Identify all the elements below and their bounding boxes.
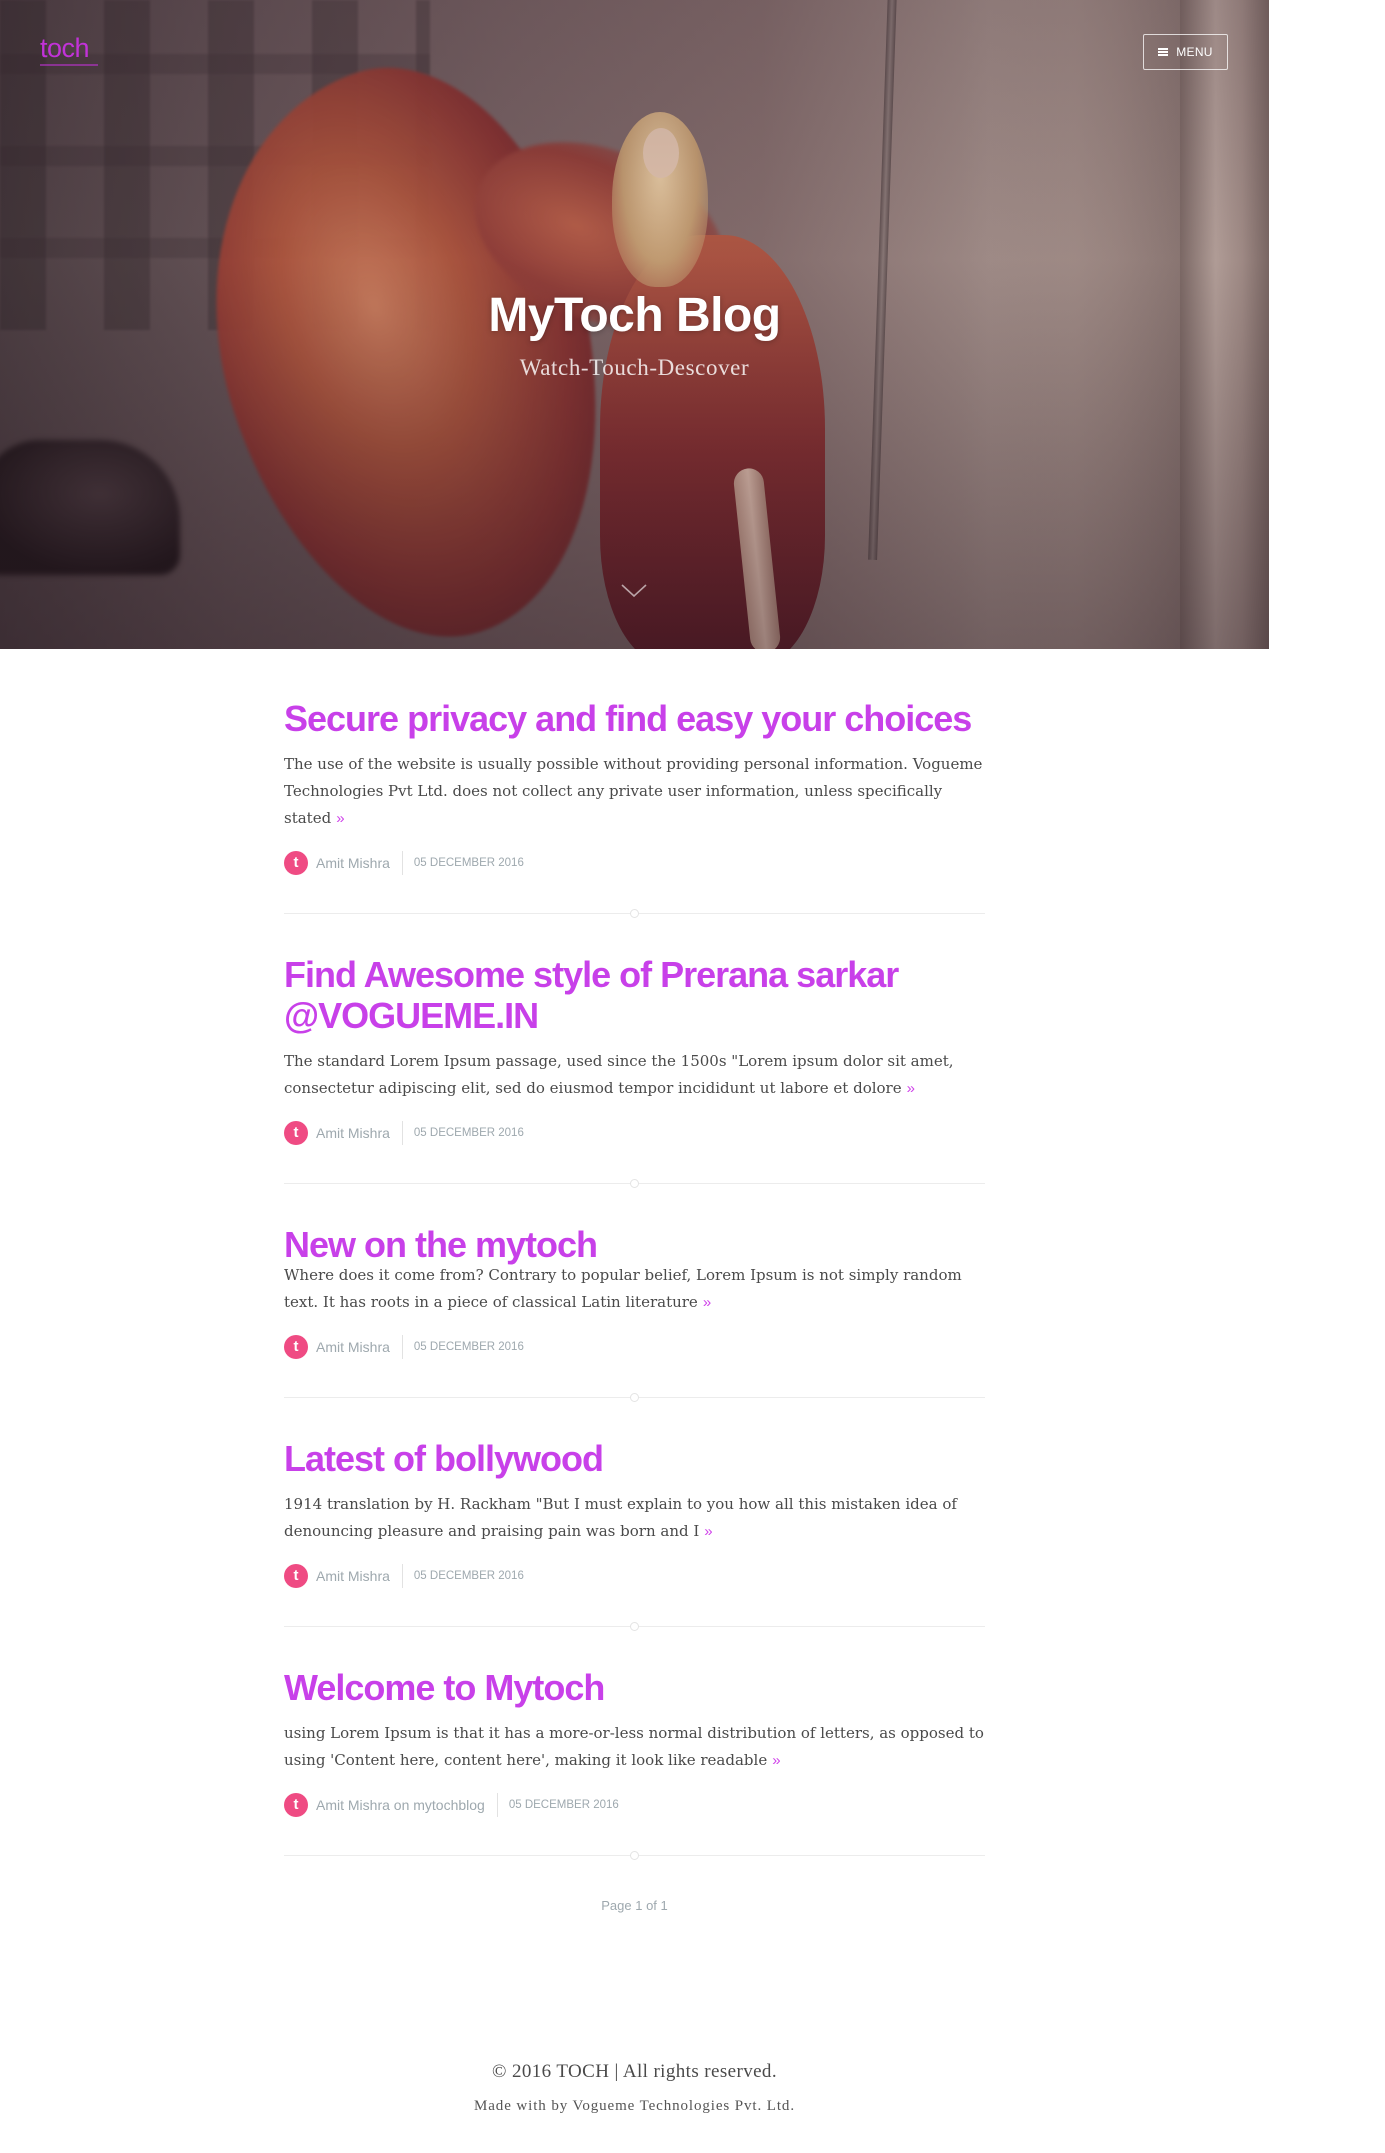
menu-button-label: MENU	[1176, 45, 1213, 59]
post-card: Welcome to Mytoch using Lorem Ipsum is t…	[284, 1667, 985, 1860]
footer-credit: Made with by Vogueme Technologies Pvt. L…	[474, 2098, 795, 2114]
post-meta: t Amit Mishra 05 DECEMBER 2016	[284, 1120, 985, 1146]
author-avatar-icon: t	[284, 1121, 308, 1145]
post-excerpt-text: 1914 translation by H. Rackham "But I mu…	[284, 1495, 957, 1540]
divider-dot	[630, 1393, 639, 1402]
post-divider	[284, 1393, 985, 1402]
read-more-link[interactable]: »	[772, 1752, 780, 1769]
post-title: Welcome to Mytoch	[284, 1667, 985, 1708]
post-title-link[interactable]: Latest of bollywood	[284, 1438, 604, 1479]
post-title: Secure privacy and find easy your choice…	[284, 698, 985, 739]
author-avatar-icon: t	[284, 851, 308, 875]
post-date: 05 DECEMBER 2016	[413, 857, 524, 869]
post-author[interactable]: Amit Mishra	[316, 1337, 390, 1357]
divider-dot	[630, 1622, 639, 1631]
divider-dot	[630, 1851, 639, 1860]
site-footer: © 2016 TOCH | All rights reserved. Made …	[0, 2058, 1269, 2117]
post-card: Secure privacy and find easy your choice…	[284, 698, 985, 918]
read-more-link[interactable]: »	[336, 810, 344, 827]
author-avatar-icon: t	[284, 1564, 308, 1588]
meta-separator	[401, 1335, 403, 1359]
post-title-link[interactable]: Welcome to Mytoch	[284, 1667, 605, 1708]
post-date: 05 DECEMBER 2016	[413, 1341, 524, 1353]
blog-title: MyToch Blog	[488, 289, 781, 342]
post-excerpt: The standard Lorem Ipsum passage, used s…	[284, 1048, 985, 1102]
meta-separator	[496, 1793, 498, 1817]
site-logo-underline	[40, 64, 98, 66]
post-excerpt-text: Where does it come from? Contrary to pop…	[284, 1266, 962, 1311]
read-more-link[interactable]: »	[703, 1294, 711, 1311]
post-author[interactable]: Amit Mishra	[316, 1566, 390, 1586]
author-avatar-icon: t	[284, 1793, 308, 1817]
author-avatar-icon: t	[284, 1335, 308, 1359]
divider-dot	[630, 1179, 639, 1188]
post-card: Find Awesome style of Prerana sarkar @VO…	[284, 954, 985, 1188]
chevron-down-icon[interactable]	[621, 584, 647, 598]
hero-banner: toch MENU MyToch Blog Watch-Touch-Descov…	[0, 0, 1269, 649]
post-title-link[interactable]: Secure privacy and find easy your choice…	[284, 698, 972, 739]
post-card: New on the mytoch Where does it come fro…	[284, 1224, 985, 1402]
read-more-link[interactable]: »	[704, 1523, 712, 1540]
post-excerpt-text: The standard Lorem Ipsum passage, used s…	[284, 1052, 954, 1097]
post-date: 05 DECEMBER 2016	[413, 1127, 524, 1139]
meta-separator	[401, 1121, 403, 1145]
post-divider	[284, 1179, 985, 1188]
post-date: 05 DECEMBER 2016	[413, 1570, 524, 1582]
post-excerpt: The use of the website is usually possib…	[284, 751, 985, 832]
post-excerpt: 1914 translation by H. Rackham "But I mu…	[284, 1491, 985, 1545]
post-meta: t Amit Mishra 05 DECEMBER 2016	[284, 1563, 985, 1589]
divider-dot	[630, 909, 639, 918]
meta-separator	[401, 1564, 403, 1588]
post-date: 05 DECEMBER 2016	[508, 1799, 619, 1811]
footer-copyright: © 2016 TOCH | All rights reserved.	[492, 2061, 777, 2082]
post-divider	[284, 1851, 985, 1860]
post-excerpt-text: The use of the website is usually possib…	[284, 755, 983, 827]
post-title: Latest of bollywood	[284, 1438, 985, 1479]
post-divider	[284, 909, 985, 918]
post-feed: Secure privacy and find easy your choice…	[284, 649, 985, 1916]
site-logo[interactable]: toch	[40, 32, 90, 64]
post-author[interactable]: Amit Mishra on mytochblog	[316, 1795, 485, 1815]
post-title-link[interactable]: Find Awesome style of Prerana sarkar @VO…	[284, 954, 899, 1036]
post-excerpt: using Lorem Ipsum is that it has a more-…	[284, 1720, 985, 1774]
post-meta: t Amit Mishra on mytochblog 05 DECEMBER …	[284, 1792, 985, 1818]
post-excerpt: Where does it come from? Contrary to pop…	[284, 1262, 985, 1316]
post-card: Latest of bollywood 1914 translation by …	[284, 1438, 985, 1631]
read-more-link[interactable]: »	[907, 1080, 915, 1097]
pagination: Page 1 of 1	[601, 1898, 668, 1913]
post-divider	[284, 1622, 985, 1631]
hamburger-icon	[1158, 48, 1169, 56]
post-title-link[interactable]: New on the mytoch	[284, 1224, 598, 1265]
post-meta: t Amit Mishra 05 DECEMBER 2016	[284, 850, 985, 876]
post-excerpt-text: using Lorem Ipsum is that it has a more-…	[284, 1724, 984, 1769]
blog-subtitle: Watch-Touch-Descover	[519, 355, 750, 380]
menu-button[interactable]: MENU	[1143, 34, 1228, 70]
post-author[interactable]: Amit Mishra	[316, 1123, 390, 1143]
post-author[interactable]: Amit Mishra	[316, 853, 390, 873]
post-title: New on the mytoch	[284, 1224, 985, 1265]
meta-separator	[401, 851, 403, 875]
post-title: Find Awesome style of Prerana sarkar @VO…	[284, 954, 985, 1036]
post-meta: t Amit Mishra 05 DECEMBER 2016	[284, 1334, 985, 1360]
